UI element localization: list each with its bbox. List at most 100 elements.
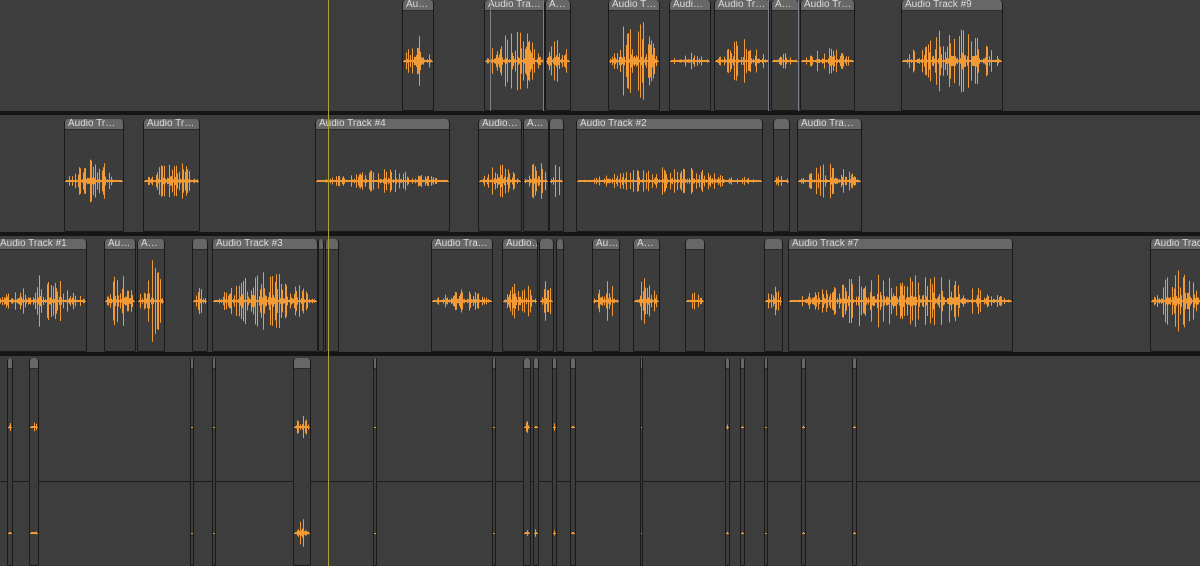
audio-clip[interactable] — [552, 358, 557, 566]
audio-clip[interactable]: Audio Tra… — [431, 239, 493, 352]
audio-clip[interactable]: Audio Tra… — [797, 119, 862, 232]
audio-clip[interactable] — [640, 358, 643, 566]
clip-header[interactable]: Audio Track #7 — [789, 239, 1012, 250]
clip-header[interactable] — [534, 358, 538, 369]
clip-header[interactable] — [30, 358, 38, 369]
clip-header[interactable]: A… — [546, 0, 570, 11]
clip-header[interactable] — [557, 239, 563, 250]
clip-header[interactable] — [765, 358, 767, 369]
audio-clip[interactable]: A… — [545, 0, 571, 111]
clip-header[interactable] — [540, 239, 553, 250]
clip-header[interactable]: A… — [138, 239, 164, 250]
clip-header[interactable] — [802, 358, 805, 369]
clip-header[interactable] — [774, 119, 789, 130]
audio-clip[interactable]: Audio T… — [608, 0, 660, 111]
clip-header[interactable] — [524, 358, 530, 369]
clip-header[interactable]: Audio Tr… — [65, 119, 123, 130]
clip-header[interactable]: Audio Tr… — [801, 0, 854, 11]
audio-clip[interactable]: A… — [523, 119, 549, 232]
audio-clip[interactable] — [801, 358, 806, 566]
audio-clip[interactable]: Audio Tr… — [143, 119, 200, 232]
clip-header[interactable] — [319, 239, 323, 250]
clip-header[interactable] — [213, 358, 215, 369]
audio-clip[interactable] — [725, 358, 730, 566]
audio-clip[interactable] — [7, 358, 13, 566]
clip-header[interactable]: Audio Tra… — [432, 239, 492, 250]
clip-header[interactable] — [571, 358, 575, 369]
audio-clip[interactable] — [764, 358, 768, 566]
audio-clip[interactable]: A… — [633, 239, 660, 352]
audio-clip[interactable]: Audio… — [502, 239, 538, 352]
clip-header[interactable] — [8, 358, 12, 369]
audio-clip[interactable] — [318, 239, 324, 352]
clip-header[interactable]: Audio… — [503, 239, 537, 250]
audio-clip[interactable]: A… — [137, 239, 165, 352]
audio-clip[interactable]: Audio Track #2 — [576, 119, 763, 232]
timeline[interactable]: Au… Audio Tra… A… Audio T… Audi… Audio T… — [0, 0, 1200, 566]
track-lane-1[interactable] — [0, 0, 1200, 111]
audio-clip[interactable] — [190, 358, 194, 566]
clip-header[interactable] — [294, 358, 310, 369]
audio-clip[interactable] — [212, 358, 216, 566]
audio-clip[interactable]: Audio… — [478, 119, 522, 232]
clip-header[interactable]: Audio Track #1 — [0, 239, 86, 250]
audio-clip[interactable] — [373, 358, 377, 566]
audio-clip[interactable]: Audio Track #3 — [212, 239, 318, 352]
audio-clip[interactable] — [533, 358, 539, 566]
clip-header[interactable] — [641, 358, 642, 369]
clip-header[interactable] — [374, 358, 376, 369]
audio-clip[interactable]: Audio Track #7 — [788, 239, 1013, 352]
clip-header[interactable]: Au… — [403, 0, 433, 11]
audio-clip[interactable] — [852, 358, 857, 566]
clip-header[interactable] — [493, 358, 495, 369]
audio-clip[interactable] — [539, 239, 554, 352]
audio-clip[interactable]: Audio Tr… — [714, 0, 770, 111]
audio-clip[interactable] — [740, 358, 745, 566]
audio-clip[interactable] — [192, 239, 208, 352]
clip-header[interactable]: Audio T… — [609, 0, 659, 11]
audio-clip[interactable] — [764, 239, 783, 352]
audio-clip[interactable]: A… — [771, 0, 799, 111]
audio-clip[interactable]: Au… — [592, 239, 620, 352]
clip-header[interactable]: Audio… — [479, 119, 521, 130]
audio-clip[interactable]: Audio Tra… — [484, 0, 545, 111]
clip-header[interactable] — [550, 119, 563, 130]
track-lane-4[interactable] — [0, 356, 1200, 566]
clip-header[interactable] — [741, 358, 744, 369]
clip-header[interactable]: Audio Track #9 — [902, 0, 1002, 11]
clip-header[interactable]: Audi… — [670, 0, 710, 11]
clip-header[interactable]: Audio Tra… — [798, 119, 861, 130]
audio-clip[interactable] — [549, 119, 564, 232]
clip-header[interactable] — [853, 358, 856, 369]
clip-header[interactable] — [765, 239, 782, 250]
audio-clip[interactable] — [570, 358, 576, 566]
clip-header[interactable]: A… — [524, 119, 548, 130]
audio-clip[interactable]: Audi… — [669, 0, 711, 111]
audio-clip[interactable] — [492, 358, 496, 566]
audio-clip[interactable] — [773, 119, 790, 232]
audio-clip[interactable]: Audio Tr… — [64, 119, 124, 232]
audio-clip[interactable]: Audio Track #9 — [901, 0, 1003, 111]
audio-clip[interactable]: Audio Track #4 — [315, 119, 450, 232]
clip-header[interactable]: Audio Track #4 — [316, 119, 449, 130]
clip-header[interactable]: Au… — [105, 239, 135, 250]
clip-header[interactable]: Au… — [593, 239, 619, 250]
audio-clip[interactable]: Audio Tr… — [800, 0, 855, 111]
audio-clip[interactable] — [685, 239, 705, 352]
clip-header[interactable] — [193, 239, 207, 250]
clip-header[interactable]: Audio Trac… — [1151, 239, 1200, 250]
audio-clip[interactable]: Au… — [104, 239, 136, 352]
clip-header[interactable]: A… — [772, 0, 798, 11]
audio-clip[interactable] — [29, 358, 39, 566]
audio-clip[interactable] — [556, 239, 564, 352]
clip-header[interactable] — [686, 239, 704, 250]
audio-clip[interactable]: Audio Track #1 — [0, 239, 87, 352]
clip-header[interactable]: Audio Tr… — [144, 119, 199, 130]
clip-header[interactable] — [191, 358, 193, 369]
playhead-cursor[interactable] — [328, 0, 329, 566]
clip-header[interactable]: Audio Tr… — [715, 0, 769, 11]
clip-header[interactable]: Audio Tra… — [485, 0, 544, 11]
clip-header[interactable] — [726, 358, 729, 369]
audio-clip[interactable]: Au… — [402, 0, 434, 111]
audio-clip[interactable] — [523, 358, 531, 566]
